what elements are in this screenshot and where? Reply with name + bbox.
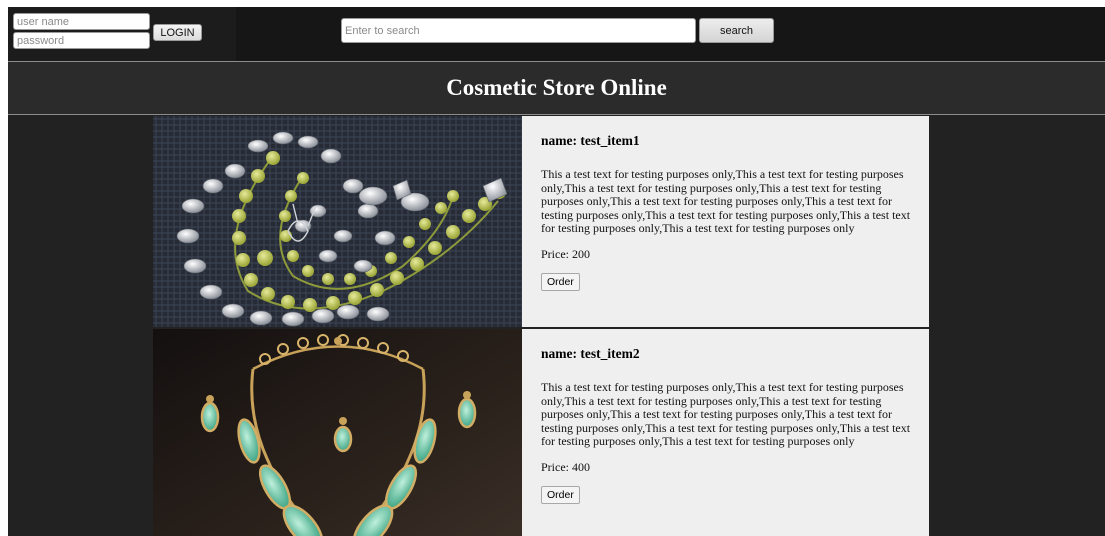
product-description: This a test text for testing purposes on…: [541, 167, 911, 235]
order-button[interactable]: Order: [541, 272, 580, 291]
login-button[interactable]: LOGIN: [153, 24, 202, 41]
product-description: This a test text for testing purposes on…: [541, 380, 911, 448]
product-name: name: test_item2: [541, 346, 640, 361]
order-button[interactable]: Order: [541, 485, 580, 504]
username-field[interactable]: [13, 13, 150, 30]
yellow-bead-paisley-necklace-image: [153, 116, 522, 327]
product-price: Price: 400: [541, 459, 590, 474]
product-info: name: test_item1 This a test text for te…: [541, 116, 919, 291]
product-name: name: test_item1: [541, 133, 640, 148]
search-button[interactable]: search: [699, 18, 774, 43]
product-info: name: test_item2 This a test text for te…: [541, 329, 919, 504]
product-price: Price: 200: [541, 246, 590, 261]
turquoise-necklace-earrings-image: [153, 329, 522, 536]
login-panel: LOGIN: [8, 7, 236, 61]
product-card: name: test_item1 This a test text for te…: [153, 116, 929, 327]
top-bar: LOGIN search: [8, 7, 1105, 61]
site-header: Cosmetic Store Online: [8, 61, 1105, 115]
password-field[interactable]: [13, 32, 150, 49]
search-input[interactable]: [341, 18, 696, 43]
product-image: [153, 329, 522, 536]
product-card: name: test_item2 This a test text for te…: [153, 329, 929, 536]
site-title: Cosmetic Store Online: [446, 75, 667, 100]
product-image: [153, 116, 522, 327]
page-frame: LOGIN search Cosmetic Store Online: [8, 7, 1105, 536]
